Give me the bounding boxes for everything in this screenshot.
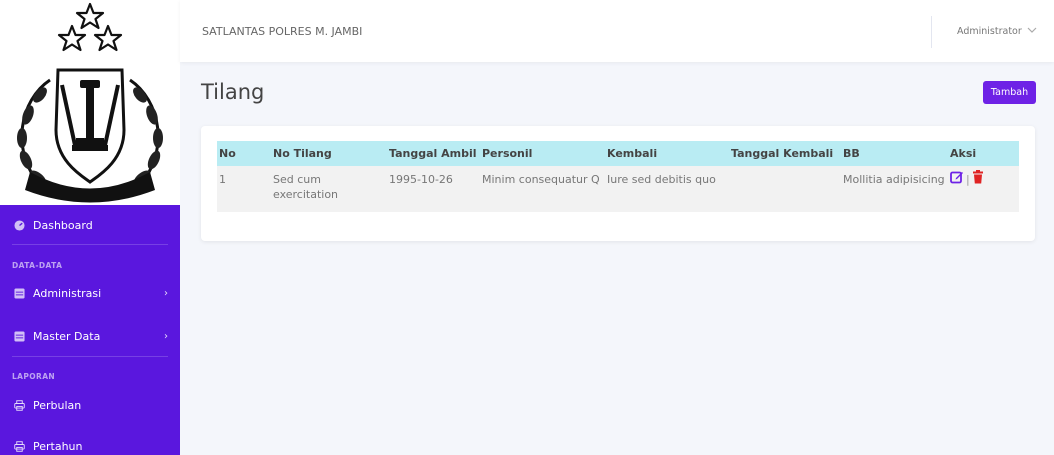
table-header-row: No No Tilang Tanggal Ambil Personil Kemb…	[217, 141, 1019, 166]
sidebar-heading-laporan: LAPORAN	[12, 372, 56, 381]
add-button[interactable]: Tambah	[983, 81, 1036, 104]
topbar-divider	[931, 16, 932, 48]
tilang-card: No No Tilang Tanggal Ambil Personil Kemb…	[201, 126, 1035, 241]
cell-actions: |	[948, 166, 1019, 212]
cell-tanggal-ambil: 1995-10-26	[389, 173, 453, 186]
app-brand-title: SATLANTAS POLRES M. JAMBI	[202, 25, 363, 38]
police-emblem-logo	[17, 2, 163, 203]
table-row: 1 Sed cum exercitation 1995-10-26 Minim …	[217, 166, 1019, 212]
sidebar-menu: Dashboard DATA-DATA Administrasi › Maste…	[0, 205, 180, 455]
sidebar-item-label: Pertahun	[33, 439, 83, 453]
column-header[interactable]: Aksi	[948, 141, 1019, 166]
print-icon	[12, 440, 26, 452]
tilang-table: No No Tilang Tanggal Ambil Personil Kemb…	[217, 141, 1019, 212]
page-title: Tilang	[201, 80, 265, 104]
cell-personil: Minim consequatur Q	[482, 173, 600, 186]
column-header[interactable]: Kembali	[605, 141, 729, 166]
column-header[interactable]: No Tilang	[271, 141, 387, 166]
column-header[interactable]: No	[217, 141, 271, 166]
sidebar-item-label: Dashboard	[33, 218, 93, 232]
cell-tanggal-kembali	[729, 166, 841, 212]
table-icon	[12, 330, 26, 342]
sidebar-divider	[12, 244, 168, 245]
chevron-right-icon: ›	[164, 330, 168, 342]
sidebar-item-label: Perbulan	[33, 398, 82, 412]
table-icon	[12, 287, 26, 299]
cell-kembali: Iure sed debitis quo	[607, 173, 716, 186]
sidebar-item-label: Master Data	[33, 329, 101, 343]
cell-bb: Mollitia adipisicing	[843, 173, 945, 186]
sidebar-item-perbulan[interactable]: Perbulan	[0, 392, 180, 418]
sidebar-heading-data: DATA-DATA	[12, 261, 63, 270]
sidebar-divider	[12, 356, 168, 357]
column-header[interactable]: Personil	[480, 141, 605, 166]
column-header[interactable]: BB	[841, 141, 948, 166]
cell-no: 1	[219, 173, 226, 186]
cell-no-tilang: Sed cum exercitation	[273, 173, 339, 201]
edit-icon[interactable]	[950, 170, 964, 188]
sidebar-item-dashboard[interactable]: Dashboard	[0, 212, 180, 238]
chevron-right-icon: ›	[164, 287, 168, 299]
dashboard-icon	[12, 219, 26, 231]
sidebar-item-master-data[interactable]: Master Data ›	[0, 323, 180, 349]
sidebar: Dashboard DATA-DATA Administrasi › Maste…	[0, 0, 180, 455]
print-icon	[12, 399, 26, 411]
sidebar-item-administrasi[interactable]: Administrasi ›	[0, 280, 180, 306]
topbar: SATLANTAS POLRES M. JAMBI Administrator	[180, 0, 1054, 62]
chevron-down-icon	[1027, 26, 1037, 37]
sidebar-item-label: Administrasi	[33, 286, 102, 300]
column-header[interactable]: Tanggal Kembali	[729, 141, 841, 166]
sidebar-item-pertahun[interactable]: Pertahun	[0, 433, 180, 455]
column-header[interactable]: Tanggal Ambil	[387, 141, 480, 166]
user-name: Administrator	[957, 26, 1022, 37]
trash-icon[interactable]	[972, 170, 984, 188]
action-separator: |	[966, 172, 970, 186]
sidebar-logo-area	[0, 0, 180, 205]
user-menu[interactable]: Administrator	[957, 26, 1037, 37]
